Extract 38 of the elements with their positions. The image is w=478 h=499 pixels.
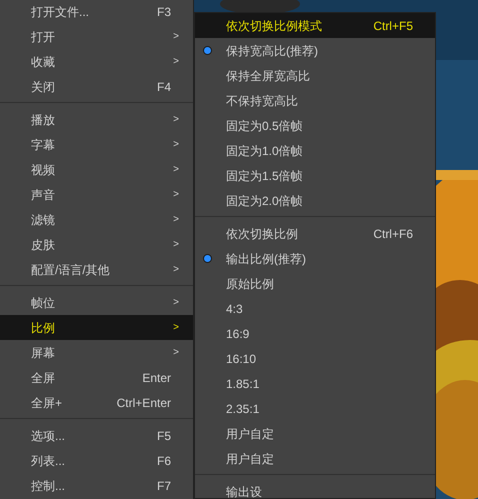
menu-item[interactable]: 声音 > <box>0 182 193 207</box>
menu-item[interactable]: 全屏+ Ctrl+Enter <box>0 390 193 415</box>
menu-item[interactable]: 原始比例 <box>195 271 435 296</box>
menu-item[interactable]: 16:10 <box>195 346 435 371</box>
menu-item[interactable]: 输出比例(推荐) <box>195 246 435 271</box>
menu-item[interactable]: 1.85:1 <box>195 371 435 396</box>
menu-item[interactable]: 用户自定 <box>195 446 435 471</box>
menu-item[interactable]: 打开 > <box>0 24 193 49</box>
menu-item[interactable]: 帧位 > <box>0 290 193 315</box>
menu-item[interactable]: 固定为0.5倍帧 <box>195 113 435 138</box>
menu-item[interactable]: 保持宽高比(推荐) <box>195 38 435 63</box>
menu-item[interactable]: 选项... F5 <box>0 423 193 448</box>
menu-item[interactable]: 打开文件... F3 <box>0 0 193 24</box>
menu-item[interactable]: 列表... F6 <box>0 448 193 473</box>
menu-item[interactable]: 依次切换比例模式 Ctrl+F5 <box>195 13 435 38</box>
menu-item[interactable]: 输出设 <box>195 479 435 498</box>
menu-item[interactable]: 滤镜 > <box>0 207 193 232</box>
menu-item[interactable]: 固定为1.0倍帧 <box>195 138 435 163</box>
menu-item[interactable]: 屏幕 > <box>0 340 193 365</box>
menu-item[interactable]: 比例 > <box>0 315 193 340</box>
menu-item[interactable]: 16:9 <box>195 321 435 346</box>
menu-item[interactable]: 全屏 Enter <box>0 365 193 390</box>
menu-item[interactable]: 用户自定 <box>195 421 435 446</box>
menu-item[interactable]: 收藏 > <box>0 49 193 74</box>
menu-item[interactable]: 2.35:1 <box>195 396 435 421</box>
menu-item[interactable]: 配置/语言/其他 > <box>0 257 193 282</box>
menu-item[interactable]: 关闭 F4 <box>0 74 193 99</box>
menu-item[interactable]: 播放 > <box>0 107 193 132</box>
menu-item[interactable]: 控制... F7 <box>0 473 193 498</box>
menu-item[interactable]: 保持全屏宽高比 <box>195 63 435 88</box>
menu-item[interactable]: 依次切换比例 Ctrl+F6 <box>195 221 435 246</box>
menu-item[interactable]: 固定为1.5倍帧 <box>195 163 435 188</box>
menu-item[interactable]: 4:3 <box>195 296 435 321</box>
menu-item[interactable]: 不保持宽高比 <box>195 88 435 113</box>
menu-item[interactable]: 字幕 > <box>0 132 193 157</box>
menu-item[interactable]: 皮肤 > <box>0 232 193 257</box>
menu-item[interactable]: 视频 > <box>0 157 193 182</box>
menu-item[interactable]: 固定为2.0倍帧 <box>195 188 435 213</box>
